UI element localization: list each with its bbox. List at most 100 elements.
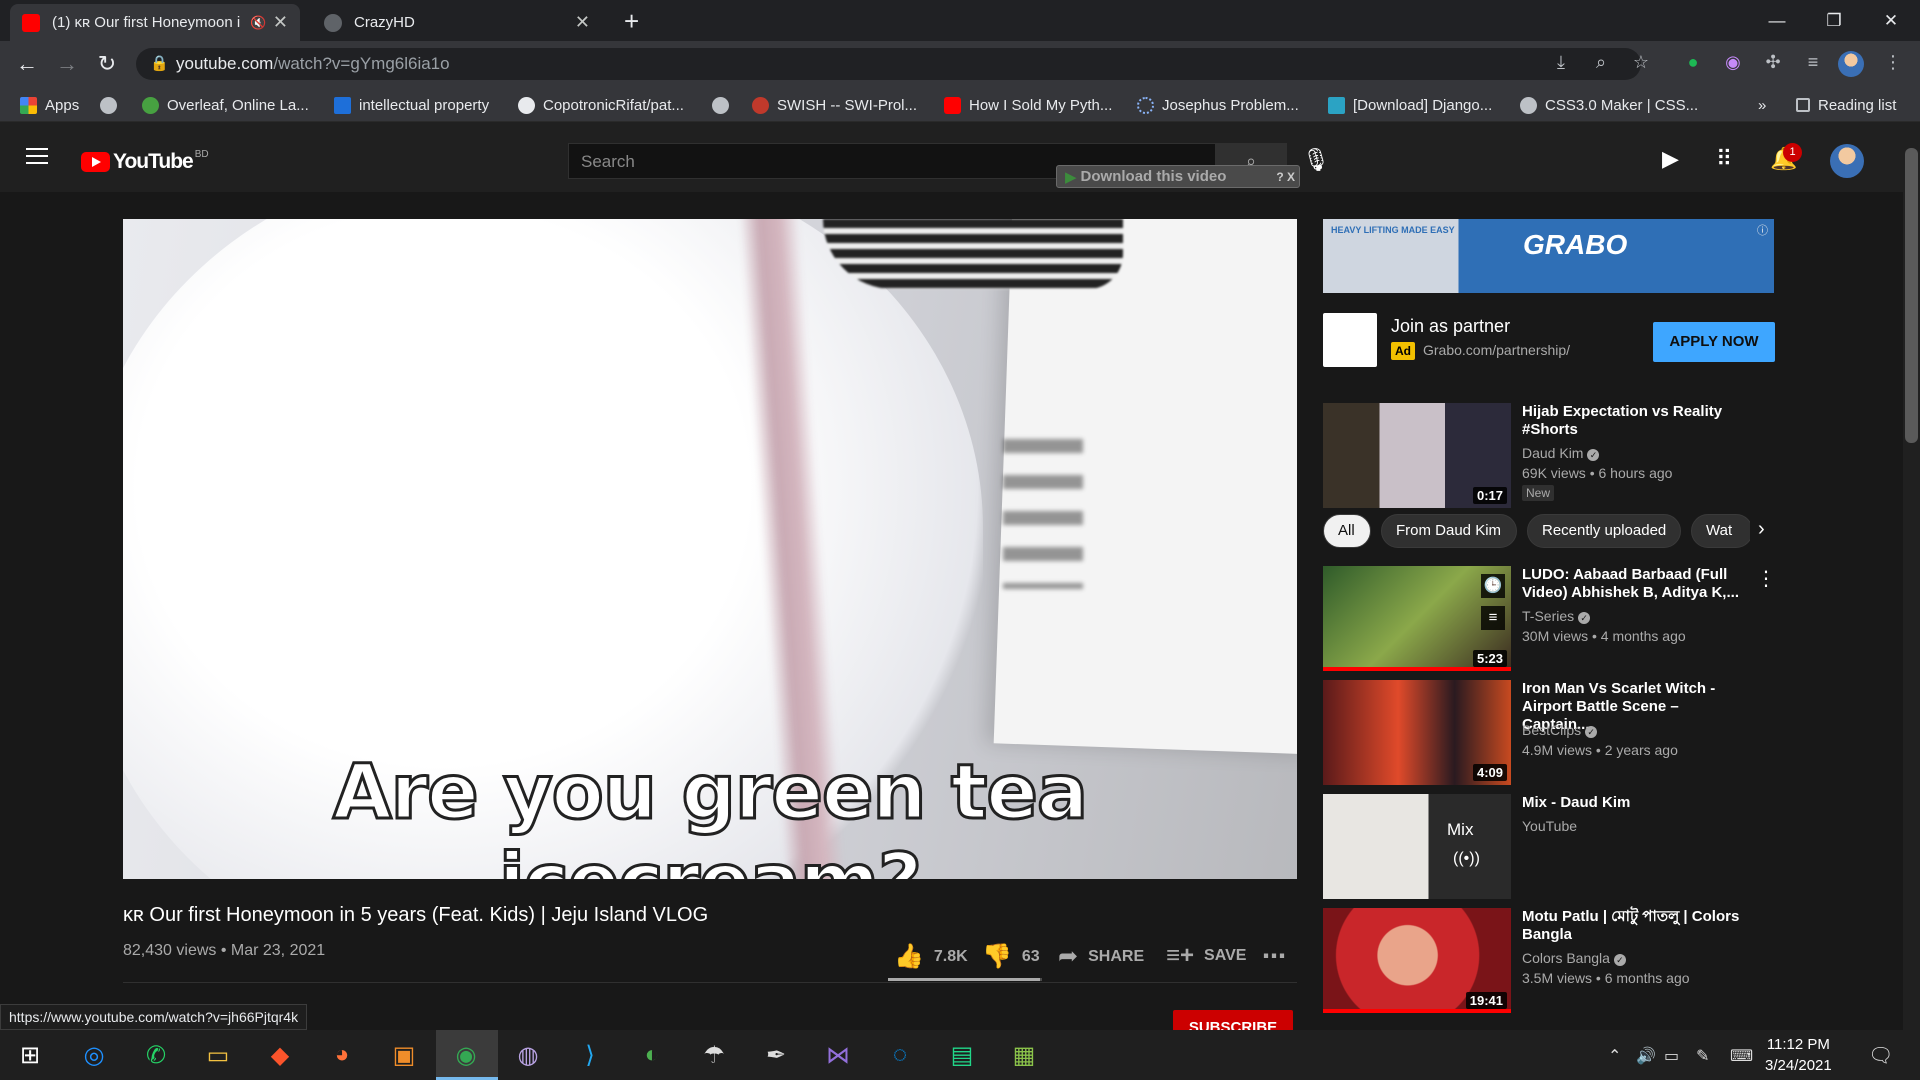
youtube-logo[interactable]: YouTube BD	[81, 149, 209, 174]
chip-watched[interactable]: Wat	[1691, 514, 1753, 548]
tab-youtube[interactable]: (1) ᴋʀ Our first Honeymoon i 🔇 ✕	[10, 4, 300, 41]
bookmark-apps[interactable]: Apps	[20, 94, 79, 116]
rec-thumbnail[interactable]: 4:09	[1323, 680, 1511, 785]
install-icon[interactable]: ⤓	[1548, 52, 1574, 73]
bookmark-github[interactable]: CopotronicRifat/pat...	[518, 94, 684, 116]
ad-title[interactable]: Join as partner	[1391, 316, 1510, 337]
rec-title[interactable]: Motu Patlu | মোটু পাতলু | Colors Bangla	[1522, 908, 1747, 944]
add-to-queue-icon[interactable]: ≡	[1481, 606, 1505, 630]
rec-title[interactable]: Mix - Daud Kim	[1522, 794, 1747, 812]
pycharm-icon[interactable]: ▤	[944, 1037, 980, 1073]
extension-icon[interactable]: ◉	[1720, 52, 1746, 73]
grammarly-icon[interactable]: ●	[1680, 52, 1706, 73]
rec-title[interactable]: LUDO: Aabaad Barbaad (Full Video) Abhish…	[1522, 566, 1747, 602]
pen-icon[interactable]: ✎	[1696, 1046, 1709, 1066]
rec-channel[interactable]: YouTube	[1522, 818, 1577, 834]
bookmark-globe-2[interactable]	[712, 94, 737, 116]
volume-icon[interactable]: 🔊	[1636, 1046, 1656, 1066]
sync-app-icon[interactable]: ◎	[76, 1037, 112, 1073]
video-player[interactable]: Are you green tea icecream?	[123, 219, 1297, 879]
ad-banner[interactable]: HEAVY LIFTING MADE EASY GRABO ⓘ	[1323, 219, 1774, 293]
bookmark-josephus[interactable]: Josephus Problem...	[1137, 94, 1299, 116]
lock-icon[interactable]: 🔒	[150, 54, 169, 72]
rec-thumbnail-mix[interactable]: Mix ((•))	[1323, 794, 1511, 899]
earth-app-icon[interactable]: ◐	[634, 1037, 670, 1073]
rec-title[interactable]: Hijab Expectation vs Reality #Shorts	[1522, 403, 1747, 439]
chip-from-daud-kim[interactable]: From Daud Kim	[1381, 514, 1517, 548]
chrome-icon[interactable]: ◉	[448, 1037, 484, 1073]
rec-channel[interactable]: BestClips ✓	[1522, 722, 1598, 738]
tray-chevron-icon[interactable]: ⌃	[1608, 1046, 1621, 1066]
reload-icon[interactable]: ↻	[93, 51, 121, 77]
bookmarks-overflow[interactable]: »	[1758, 94, 1766, 116]
chip-all[interactable]: All	[1323, 514, 1371, 548]
tab-crazyhd[interactable]: CrazyHD ✕	[312, 4, 602, 41]
microphone-icon[interactable]: 🎙	[1302, 147, 1330, 173]
page-scrollbar-thumb[interactable]	[1905, 148, 1918, 443]
speaker-muted-icon[interactable]: 🔇	[250, 15, 266, 31]
restore-icon[interactable]: ❐	[1814, 6, 1854, 36]
app-orange-icon[interactable]: ▣	[386, 1037, 422, 1073]
save-button[interactable]: ≡+ SAVE	[1166, 942, 1246, 970]
share-button[interactable]: ➦ SHARE	[1058, 942, 1144, 971]
ad-info-icon[interactable]: ⓘ	[1757, 222, 1768, 238]
network-icon[interactable]: ▭	[1664, 1046, 1679, 1066]
github-desktop-icon[interactable]: ◍	[510, 1037, 546, 1073]
bookmark-youtube[interactable]: How I Sold My Pyth...	[944, 94, 1112, 116]
brave-icon[interactable]: ◆	[262, 1037, 298, 1073]
hamburger-menu-icon[interactable]	[26, 148, 48, 164]
taskbar-clock[interactable]: 11:12 PM 3/24/2021	[1765, 1034, 1832, 1076]
bookmark-swish[interactable]: SWISH -- SWI-Prol...	[752, 94, 917, 116]
rec-thumbnail[interactable]: 0:17	[1323, 403, 1511, 508]
firefox-icon[interactable]: ◕	[324, 1037, 360, 1073]
reading-list[interactable]: Reading list	[1796, 94, 1896, 116]
app-umbrella-icon[interactable]: ☂	[696, 1037, 732, 1073]
keyboard-icon[interactable]: ⌨	[1730, 1046, 1753, 1066]
bookmark-css3[interactable]: CSS3.0 Maker | CSS...	[1520, 94, 1698, 116]
visual-studio-icon[interactable]: ⋈	[820, 1037, 856, 1073]
app-green-icon[interactable]: ▦	[1006, 1037, 1042, 1073]
apply-now-button[interactable]: APPLY NOW	[1653, 322, 1775, 362]
apps-grid-icon[interactable]: ⠿	[1716, 146, 1732, 172]
action-center-icon[interactable]: 🗨	[1868, 1043, 1893, 1068]
rec-channel[interactable]: T-Series ✓	[1522, 608, 1591, 624]
windows-start-icon[interactable]: ⊞	[12, 1037, 48, 1073]
bookmark-overleaf[interactable]: Overleaf, Online La...	[142, 94, 309, 116]
watch-later-icon[interactable]: 🕒	[1481, 574, 1505, 598]
address-bar[interactable]: 🔒 youtube.com/watch?v=gYmg6l6ia1o	[136, 48, 1641, 80]
inkscape-icon[interactable]: ✒	[758, 1037, 794, 1073]
chip-recently-uploaded[interactable]: Recently uploaded	[1527, 514, 1681, 548]
close-tab-icon[interactable]: ✕	[273, 12, 288, 33]
like-button[interactable]: 👍 7.8K	[894, 942, 968, 971]
new-tab-icon[interactable]: +	[624, 6, 639, 37]
download-video-bar[interactable]: ▶ Download this video ? X	[1056, 165, 1300, 188]
download-bar-controls[interactable]: ? X	[1272, 170, 1299, 184]
menu-kebab-icon[interactable]: ⋮	[1880, 52, 1906, 73]
minimize-icon[interactable]: —	[1757, 6, 1797, 36]
bookmark-ip[interactable]: intellectual property	[334, 94, 489, 116]
rec-channel[interactable]: Daud Kim ✓	[1522, 445, 1600, 461]
close-tab-icon[interactable]: ✕	[575, 12, 590, 33]
chips-next-chevron-icon[interactable]: ›	[1750, 518, 1765, 541]
ad-thumbnail[interactable]	[1323, 313, 1377, 367]
more-options-icon[interactable]: ⋮	[1756, 566, 1776, 591]
rec-channel[interactable]: Colors Bangla ✓	[1522, 950, 1626, 966]
bookmark-globe[interactable]	[100, 94, 125, 116]
file-explorer-icon[interactable]: ▭	[200, 1037, 236, 1073]
bookmark-django[interactable]: [Download] Django...	[1328, 94, 1492, 116]
whatsapp-icon[interactable]: ✆	[138, 1037, 174, 1073]
close-window-icon[interactable]: ✕	[1871, 6, 1911, 36]
rec-thumbnail[interactable]: 19:41	[1323, 908, 1511, 1013]
bookmark-star-icon[interactable]: ☆	[1628, 52, 1654, 73]
vscode-icon[interactable]: ⟩	[572, 1037, 608, 1073]
rec-thumbnail[interactable]: 🕒 ≡ 5:23	[1323, 566, 1511, 671]
forward-icon[interactable]: →	[53, 51, 81, 77]
zoom-icon[interactable]: ⌕	[1588, 52, 1614, 73]
messenger-icon[interactable]: ◌	[882, 1037, 918, 1073]
profile-avatar[interactable]	[1838, 51, 1864, 77]
puzzle-icon[interactable]: ✣	[1760, 52, 1786, 73]
dislike-button[interactable]: 👎 63	[982, 942, 1040, 971]
account-avatar[interactable]	[1830, 144, 1864, 178]
create-video-icon[interactable]: ▶	[1662, 146, 1679, 172]
media-control-icon[interactable]: ≡	[1800, 52, 1826, 73]
